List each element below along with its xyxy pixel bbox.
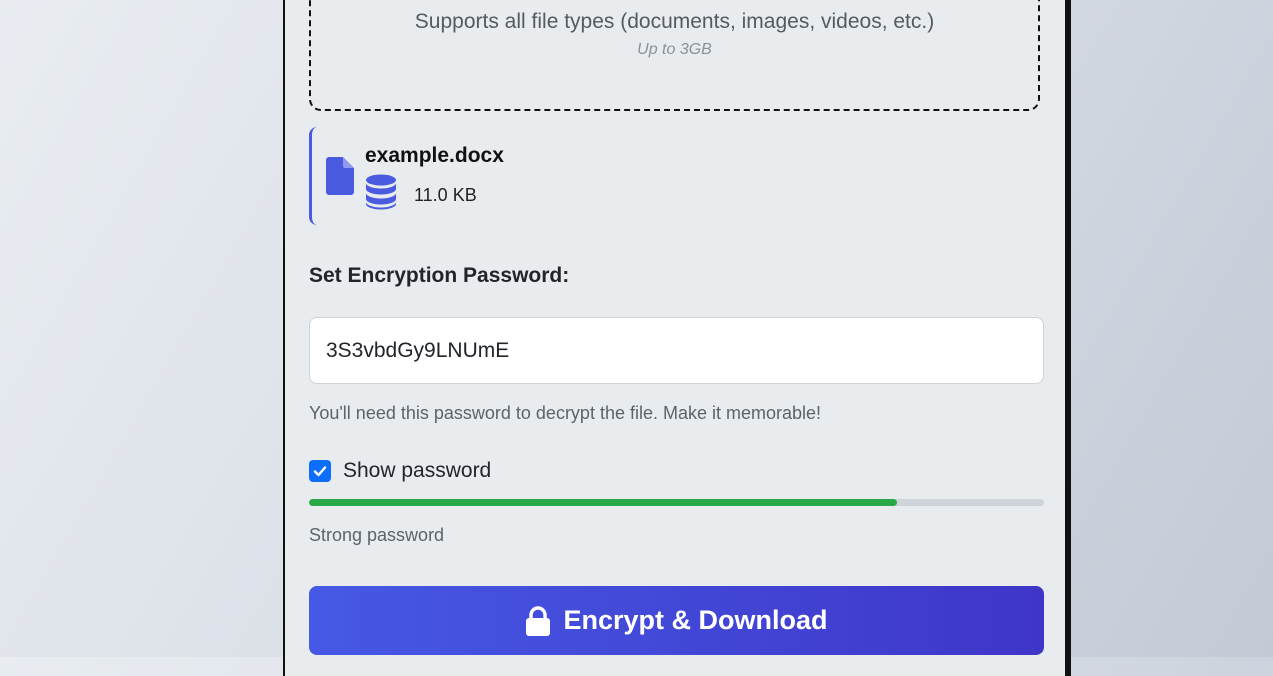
selected-file-card: example.docx 11.0 KB	[309, 127, 1043, 225]
password-strength-fill	[309, 499, 897, 506]
encrypt-download-button[interactable]: Encrypt & Download	[309, 586, 1044, 655]
dropzone-text: Supports all file types (documents, imag…	[414, 10, 935, 33]
password-hint: You'll need this password to decrypt the…	[309, 403, 822, 423]
show-password-label: Show password	[343, 459, 492, 482]
file-dropzone[interactable]: Supports all file types (documents, imag…	[309, 0, 1040, 111]
database-icon	[366, 174, 396, 210]
password-input[interactable]	[309, 317, 1044, 384]
show-password-toggle[interactable]: Show password	[309, 459, 491, 483]
password-label: Set Encryption Password:	[309, 264, 570, 287]
password-strength-text: Strong password	[309, 525, 445, 545]
lock-icon	[526, 605, 551, 636]
file-icon	[326, 157, 354, 195]
password-strength-bar	[309, 499, 1044, 506]
check-icon	[313, 466, 327, 477]
file-size: 11.0 KB	[414, 185, 477, 205]
encrypt-card: Supports all file types (documents, imag…	[283, 0, 1067, 676]
dropzone-limit: Up to 3GB	[637, 41, 712, 58]
file-name: example.docx	[365, 144, 504, 167]
encrypt-download-label: Encrypt & Download	[563, 605, 828, 635]
show-password-checkbox[interactable]	[309, 460, 331, 482]
